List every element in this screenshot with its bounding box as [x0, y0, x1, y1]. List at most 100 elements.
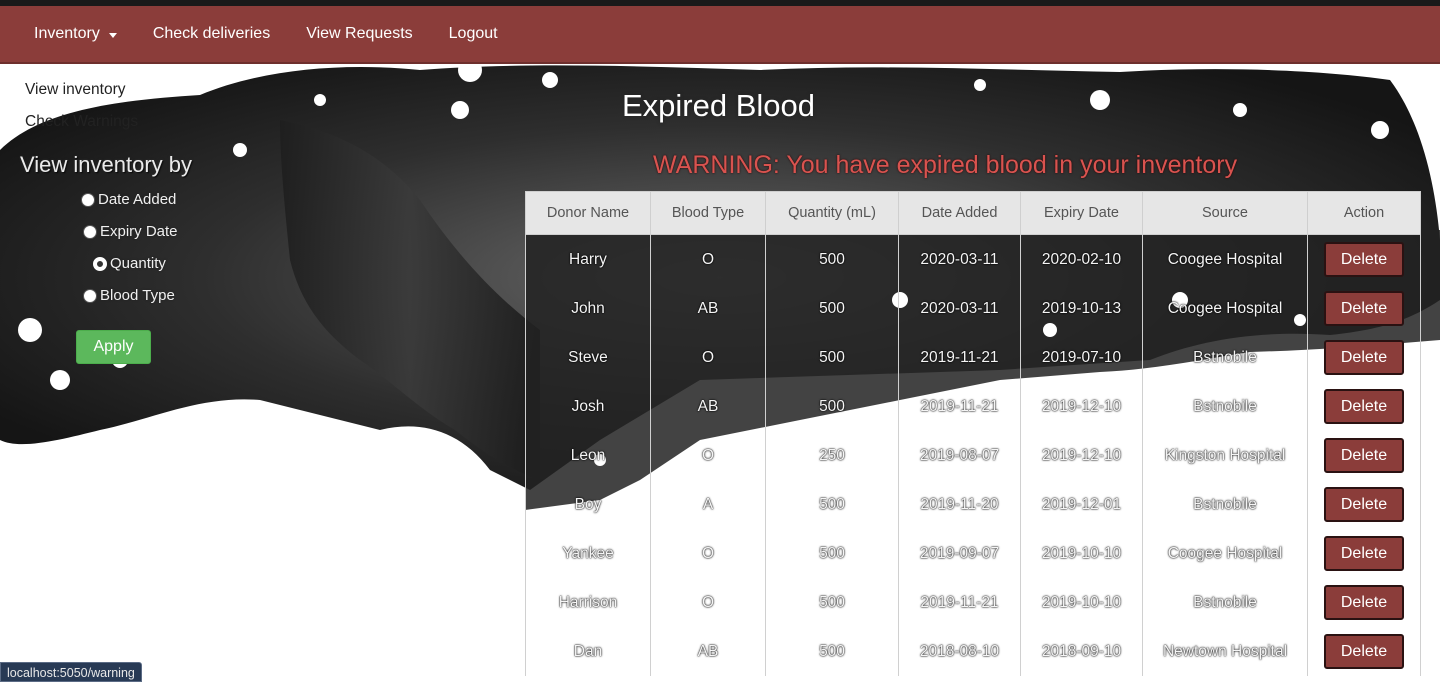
table-cell: Bstnobile — [1142, 333, 1308, 382]
table-cell: Bstnobile — [1142, 480, 1308, 529]
table-row: Harry O 500 2020-03-11 2020-02-10 Coogee Hosp… — [525, 234, 1421, 284]
radio-label: Date Added — [98, 191, 177, 208]
apply-button[interactable]: Apply — [76, 330, 151, 364]
table-row: Dan AB 500 2018-08-10 2018-09-10 Newtown Hosp… — [525, 627, 1421, 676]
table-cell: 2019-07-10 — [1020, 333, 1143, 382]
table-row: Harrison O 500 2019-11-21 2019-10-10 Bstnobil… — [525, 578, 1421, 627]
table-cell: Coogee Hospital — [1142, 529, 1308, 578]
sidebar-link-check-warnings[interactable]: Check Warnings — [25, 113, 138, 131]
table-cell: 500 — [765, 578, 899, 627]
table-row: Josh AB 500 2019-11-21 2019-12-10 Bstnobile De… — [525, 382, 1421, 431]
expired-blood-table: Donor Name Blood Type Quantity (mL) Date Ad… — [525, 191, 1421, 676]
delete-button[interactable]: Delete — [1324, 585, 1404, 620]
column-header: Blood Type — [650, 191, 766, 235]
table-cell: 2019-10-10 — [1020, 578, 1143, 627]
table-cell: O — [650, 529, 766, 578]
delete-button[interactable]: Delete — [1324, 242, 1404, 277]
table-cell: 500 — [765, 382, 899, 431]
table-row: Steve O 500 2019-11-21 2019-07-10 Bstnobile De… — [525, 333, 1421, 382]
nav-check-deliveries[interactable]: Check deliveries — [135, 25, 288, 43]
action-cell: Delete — [1307, 333, 1421, 382]
table-header-row: Donor Name Blood Type Quantity (mL) Date Ad… — [525, 191, 1421, 235]
action-cell: Delete — [1307, 578, 1421, 627]
nav-inventory-dropdown[interactable]: Inventory — [0, 25, 135, 43]
table-cell: A — [650, 480, 766, 529]
action-cell: Delete — [1307, 431, 1421, 480]
table-cell: Bstnobile — [1142, 382, 1308, 431]
action-cell: Delete — [1307, 480, 1421, 529]
table-cell: 500 — [765, 480, 899, 529]
table-row: Leon O 250 2019-08-07 2019-12-10 Kingston Hos… — [525, 431, 1421, 480]
navbar: Inventory Check deliveries View Requests… — [0, 6, 1440, 64]
sidebar-link-view-inventory[interactable]: View inventory — [25, 81, 126, 99]
radio-button[interactable] — [81, 192, 95, 207]
table-cell: AB — [650, 382, 766, 431]
table-cell: Newtown Hospital — [1142, 627, 1308, 676]
table-cell: AB — [650, 284, 766, 333]
table-cell: Yankee — [525, 529, 651, 578]
delete-button[interactable]: Delete — [1324, 536, 1404, 571]
table-cell: 2019-12-01 — [1020, 480, 1143, 529]
table-cell: Harrison — [525, 578, 651, 627]
page: Inventory Check deliveries View Requests… — [0, 0, 1440, 682]
delete-button[interactable]: Delete — [1324, 438, 1404, 473]
radio-button[interactable] — [83, 224, 97, 239]
action-cell: Delete — [1307, 529, 1421, 578]
table-cell: 2020-02-10 — [1020, 234, 1143, 284]
view-by-heading: View inventory by — [20, 152, 193, 177]
delete-button[interactable]: Delete — [1324, 487, 1404, 522]
delete-button[interactable]: Delete — [1324, 389, 1404, 424]
table-row: John AB 500 2020-03-11 2019-10-13 Coogee Hosp… — [525, 284, 1421, 333]
nav-view-requests[interactable]: View Requests — [288, 25, 430, 43]
action-cell: Delete — [1307, 382, 1421, 431]
radio-option-blood-type[interactable]: Blood Type — [83, 287, 175, 304]
table-cell: 500 — [765, 333, 899, 382]
column-header: Expiry Date — [1020, 191, 1143, 235]
action-cell: Delete — [1307, 234, 1421, 284]
table-cell: 500 — [765, 529, 899, 578]
column-header: Source — [1142, 191, 1308, 235]
table-cell: 2019-12-10 — [1020, 431, 1143, 480]
table-body: Harry O 500 2020-03-11 2020-02-10 Coogee Hosp… — [525, 234, 1421, 676]
delete-button[interactable]: Delete — [1324, 634, 1404, 669]
page-title: Expired Blood — [622, 88, 816, 123]
column-header: Donor Name — [525, 191, 651, 235]
table-cell: 2019-12-10 — [1020, 382, 1143, 431]
table-cell: 2018-08-10 — [898, 627, 1021, 676]
table-cell: Coogee Hospital — [1142, 284, 1308, 333]
radio-option-date-added[interactable]: Date Added — [81, 191, 176, 208]
table-cell: 250 — [765, 431, 899, 480]
nav-logout[interactable]: Logout — [431, 25, 516, 43]
warning-message: WARNING: You have expired blood in your … — [653, 151, 1238, 179]
table-cell: O — [650, 578, 766, 627]
radio-label: Quantity — [110, 255, 166, 272]
action-cell: Delete — [1307, 627, 1421, 676]
radio-button[interactable] — [83, 288, 97, 303]
table-row: Yankee O 500 2019-09-07 2019-10-10 Coogee Hos… — [525, 529, 1421, 578]
radio-button-selected[interactable] — [93, 256, 107, 271]
table-cell: 2019-10-10 — [1020, 529, 1143, 578]
table-cell: O — [650, 431, 766, 480]
radio-option-expiry-date[interactable]: Expiry Date — [83, 223, 178, 240]
table-cell: AB — [650, 627, 766, 676]
table-cell: 2019-08-07 — [898, 431, 1021, 480]
table-cell: 500 — [765, 284, 899, 333]
delete-button[interactable]: Delete — [1324, 340, 1404, 375]
action-cell: Delete — [1307, 284, 1421, 333]
table-cell: O — [650, 333, 766, 382]
table-cell: 500 — [765, 234, 899, 284]
radio-option-quantity[interactable]: Quantity — [93, 255, 166, 272]
table-cell: Boy — [525, 480, 651, 529]
delete-button[interactable]: Delete — [1324, 291, 1404, 326]
column-header: Date Added — [898, 191, 1021, 235]
table-cell: 2019-09-07 — [898, 529, 1021, 578]
status-bar-url: localhost:5050/warning — [0, 662, 142, 682]
table-cell: Bstnobile — [1142, 578, 1308, 627]
table-row: Boy A 500 2019-11-20 2019-12-01 Bstnobile Dele… — [525, 480, 1421, 529]
table-cell: Harry — [525, 234, 651, 284]
table-cell: Steve — [525, 333, 651, 382]
table-cell: Dan — [525, 627, 651, 676]
table-cell: 2020-03-11 — [898, 234, 1021, 284]
column-header: Action — [1307, 191, 1421, 235]
table-cell: 2018-09-10 — [1020, 627, 1143, 676]
